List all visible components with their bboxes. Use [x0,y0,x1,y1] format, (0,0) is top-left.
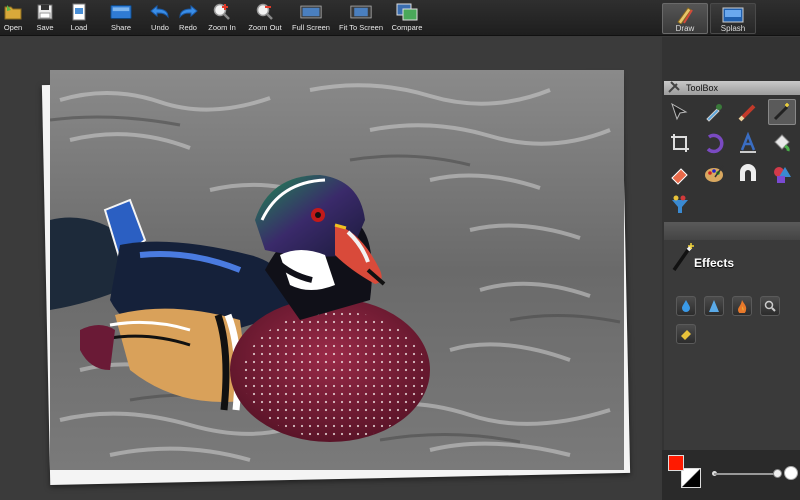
rotate-tool[interactable] [700,130,728,156]
redo-label: Redo [179,23,197,32]
zoom-in-label: Zoom In [208,23,236,32]
tab-draw[interactable]: Draw [662,3,708,34]
filter-tool[interactable] [666,192,694,218]
share-label: Share [110,23,131,32]
compare-label: Compare [391,23,423,32]
zoom-out-label: Zoom Out [248,23,282,32]
magic-wand-icon [773,103,789,121]
splash-mode-icon [722,5,744,24]
sharpen-button[interactable] [704,296,724,316]
effects-panel: Effects [664,240,800,450]
zoom-in-button[interactable]: Zoom In [206,2,238,34]
floppy-disk-icon [34,2,56,22]
zoom-out-icon [254,2,276,22]
effects-title: Effects [694,256,735,270]
brush-size-max-icon [784,466,798,480]
sharpen-icon [709,300,719,312]
panel-divider [664,222,800,240]
foreground-color-swatch[interactable] [668,455,684,471]
zoom-out-button[interactable]: Zoom Out [247,2,283,34]
arch-shape-icon [740,164,756,181]
color-palette-icon [705,165,724,182]
smudge-icon [681,330,691,340]
full-screen-icon [300,2,322,22]
redo-arrow-icon [177,2,199,22]
photo-canvas[interactable] [50,70,624,470]
eyedropper-tool[interactable] [700,99,728,125]
blur-drop-button[interactable] [676,296,696,316]
main-toolbar: Open Save Load Share Undo Redo Zoom In Z… [0,0,800,36]
splash-tab-label: Splash [720,24,746,33]
zoom-in-icon [211,2,233,22]
brush-tool[interactable] [734,99,762,125]
filter-funnel-icon [672,195,688,213]
draw-tab-label: Draw [675,24,695,33]
redo-button[interactable]: Redo [176,2,200,34]
smudge-button[interactable] [676,324,696,344]
zoom-lens-icon [764,300,776,312]
wood-duck-photo [50,70,624,470]
color-bar [662,450,800,500]
fill-bucket-tool[interactable] [768,130,796,156]
background-color-swatch[interactable] [681,468,701,488]
canvas-area[interactable] [0,37,660,500]
fit-to-screen-button[interactable]: Fit To Screen [338,2,384,34]
brush-size-slider-handle[interactable] [772,469,782,478]
document-load-icon [68,2,90,22]
paint-bucket-icon [774,134,790,152]
color-shapes-tool[interactable] [768,161,796,187]
open-label: Open [3,23,23,32]
folder-icon [2,2,24,22]
fit-to-screen-label: Fit To Screen [338,23,384,32]
eyedropper-icon [706,104,722,122]
color-shapes-icon [774,167,791,183]
share-button[interactable]: Share [106,2,136,34]
undo-arrow-icon [149,2,171,22]
compare-icon [396,2,418,22]
load-button[interactable]: Load [68,2,90,34]
save-button[interactable]: Save [33,2,57,34]
blur-drop-icon [682,300,690,312]
full-screen-button[interactable]: Full Screen [291,2,331,34]
compare-button[interactable]: Compare [391,2,423,34]
toolbox-title: ToolBox [686,83,719,93]
draw-mode-icon [674,5,696,24]
toolbox-header: ToolBox [664,81,800,95]
brush-size-slider-track[interactable] [714,473,780,475]
eraser-icon [671,168,688,185]
crop-icon [671,134,689,152]
paint-brush-icon [738,104,756,122]
shape-tool[interactable] [734,161,762,187]
effects-wand-icon [670,242,696,277]
eraser-tool[interactable] [666,161,694,187]
toolbox-tools-icon [668,81,680,95]
tab-splash[interactable]: Splash [710,3,756,34]
burn-button[interactable] [732,296,752,316]
pointer-arrow-icon [671,102,688,121]
burn-icon [738,300,747,313]
full-screen-label: Full Screen [292,23,330,32]
share-monitor-icon [110,2,132,22]
text-icon [740,132,756,153]
open-button[interactable]: Open [2,2,24,34]
magic-wand-tool[interactable] [768,99,796,125]
zoom-lens-button[interactable] [760,296,780,316]
text-tool[interactable] [734,130,762,156]
fit-to-screen-icon [350,2,372,22]
crop-tool[interactable] [666,130,694,156]
save-label: Save [36,23,54,32]
pointer-tool[interactable] [666,99,694,125]
undo-label: Undo [151,23,169,32]
load-label: Load [70,23,88,32]
palette-tool[interactable] [700,161,728,187]
undo-button[interactable]: Undo [148,2,172,34]
rotate-icon [706,133,724,154]
